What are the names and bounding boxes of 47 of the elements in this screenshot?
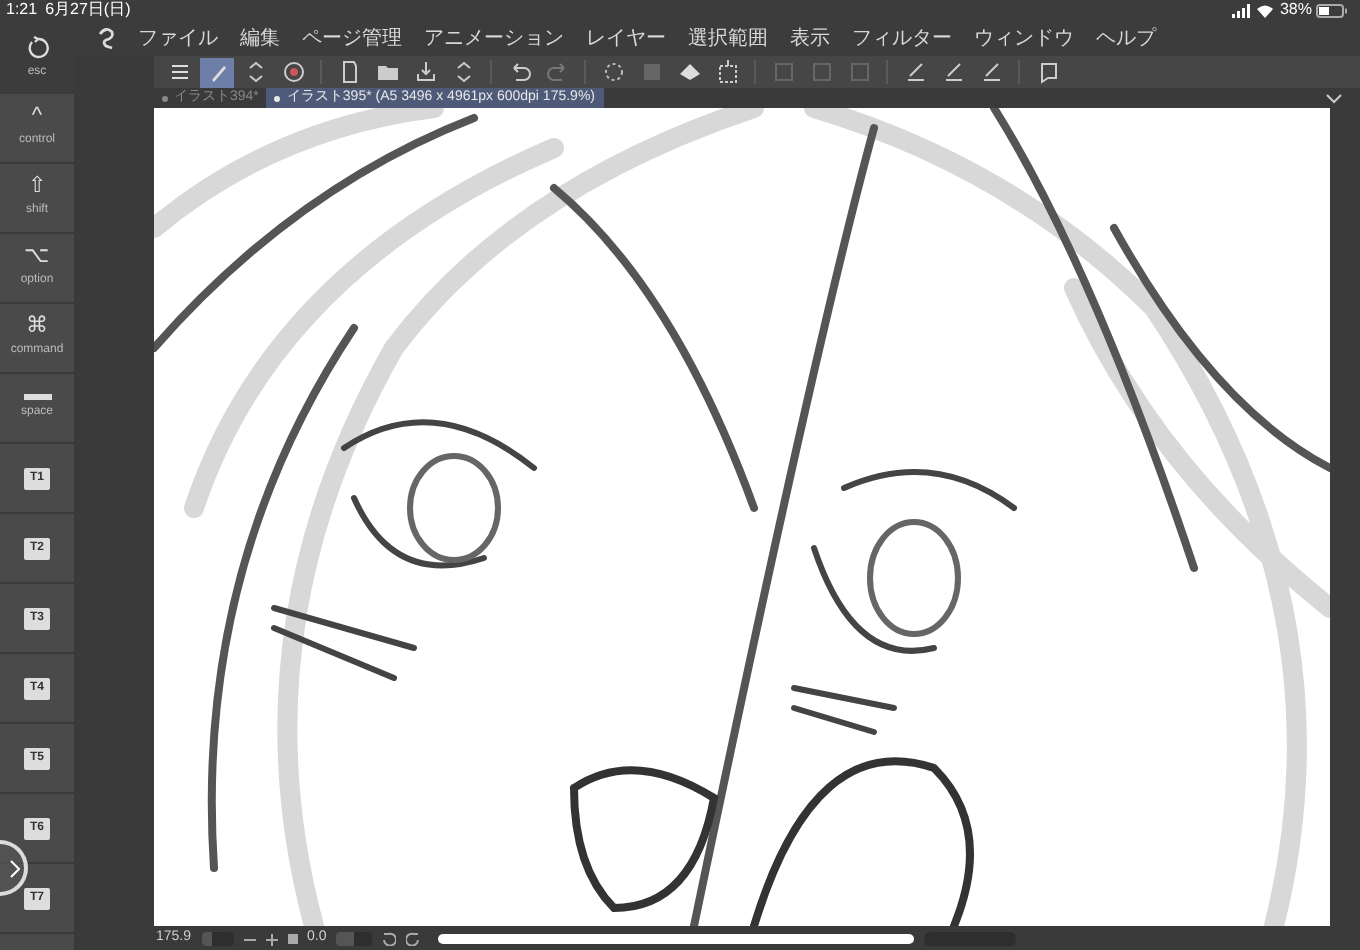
battery-percent: 38% (1279, 0, 1312, 22)
menu-item[interactable]: ファイル (138, 23, 218, 53)
battery-icon (1316, 3, 1348, 17)
chevron-right-icon (10, 859, 20, 877)
menu-item[interactable]: ウィンドウ (974, 23, 1074, 53)
status-time: 1:21 (6, 0, 38, 22)
menu-item[interactable]: アニメーション (424, 23, 564, 53)
redo-icon (545, 60, 569, 84)
space-bar-icon (23, 394, 51, 400)
reset-icon (25, 35, 49, 59)
square-icon (771, 60, 795, 84)
brush-icon (903, 60, 927, 84)
scroll-bar[interactable] (438, 934, 915, 944)
folder-icon (375, 60, 399, 84)
square-icon (639, 60, 663, 84)
undo-icon (507, 60, 531, 84)
menu-item[interactable]: ページ管理 (302, 23, 402, 53)
rotate-right-icon[interactable] (406, 932, 421, 946)
menu-item[interactable]: 編集 (240, 23, 280, 53)
signal-icon (1231, 3, 1250, 17)
rotate-left-icon[interactable] (382, 932, 397, 946)
zoom-out-icon[interactable] (243, 933, 256, 945)
menu-item[interactable]: レイヤー (586, 23, 666, 53)
menu-icon (167, 60, 191, 84)
status-date: 6月27日(日) (45, 0, 131, 22)
download-icon (413, 60, 437, 84)
wifi-icon (1255, 3, 1274, 17)
rotate-slider[interactable] (336, 932, 373, 946)
square-icon (809, 60, 833, 84)
zoom-slider[interactable] (201, 932, 234, 946)
brush-icon (941, 60, 965, 84)
menu-item[interactable]: 選択範囲 (688, 23, 768, 53)
menu-item[interactable]: 表示 (790, 23, 830, 53)
document-icon (337, 60, 361, 84)
dotted-circle-icon (601, 60, 625, 84)
app-logo-icon[interactable] (94, 26, 118, 50)
crop-icon (715, 60, 739, 84)
zoom-in-icon[interactable] (265, 933, 278, 945)
help-icon (1035, 60, 1059, 84)
toolbar-button[interactable] (200, 57, 234, 87)
circle-icon (281, 60, 305, 84)
chevron-down-icon[interactable] (1326, 93, 1342, 103)
square-icon (847, 60, 871, 84)
fit-icon[interactable] (287, 934, 298, 944)
menu-item[interactable]: ヘルプ (1096, 23, 1156, 53)
menu-item[interactable]: フィルター (852, 23, 952, 53)
brush-icon (979, 60, 1003, 84)
